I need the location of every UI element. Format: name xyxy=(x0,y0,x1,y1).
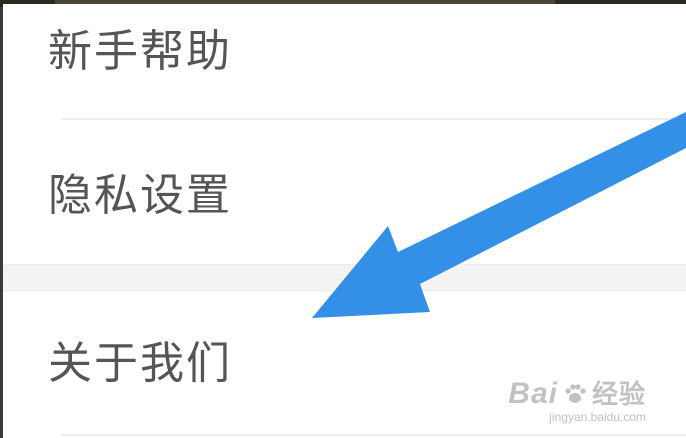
watermark-brand-b: 经验 xyxy=(591,379,646,409)
baidu-jingyan-watermark: Bai 经验 jingyan.baidu.com xyxy=(508,378,646,425)
menu-item-newbie-help[interactable]: 新手帮助 xyxy=(3,4,686,118)
watermark-brand-a: Bai xyxy=(508,377,558,410)
paw-icon xyxy=(565,384,586,403)
watermark-logo: Bai 经验 xyxy=(508,378,646,410)
watermark-url: jingyan.baidu.com xyxy=(549,410,646,424)
menu-divider xyxy=(61,434,686,436)
menu-item-label: 新手帮助 xyxy=(48,26,232,77)
menu-item-label: 隐私设置 xyxy=(48,170,232,221)
screen: 新手帮助 隐私设置 关于我们 Bai 经验 jingyan.baidu.com xyxy=(0,0,686,438)
menu-item-privacy-settings[interactable]: 隐私设置 xyxy=(3,120,686,264)
settings-panel: 新手帮助 隐私设置 关于我们 xyxy=(3,4,686,438)
menu-item-label: 关于我们 xyxy=(48,338,232,389)
section-separator xyxy=(3,264,686,291)
